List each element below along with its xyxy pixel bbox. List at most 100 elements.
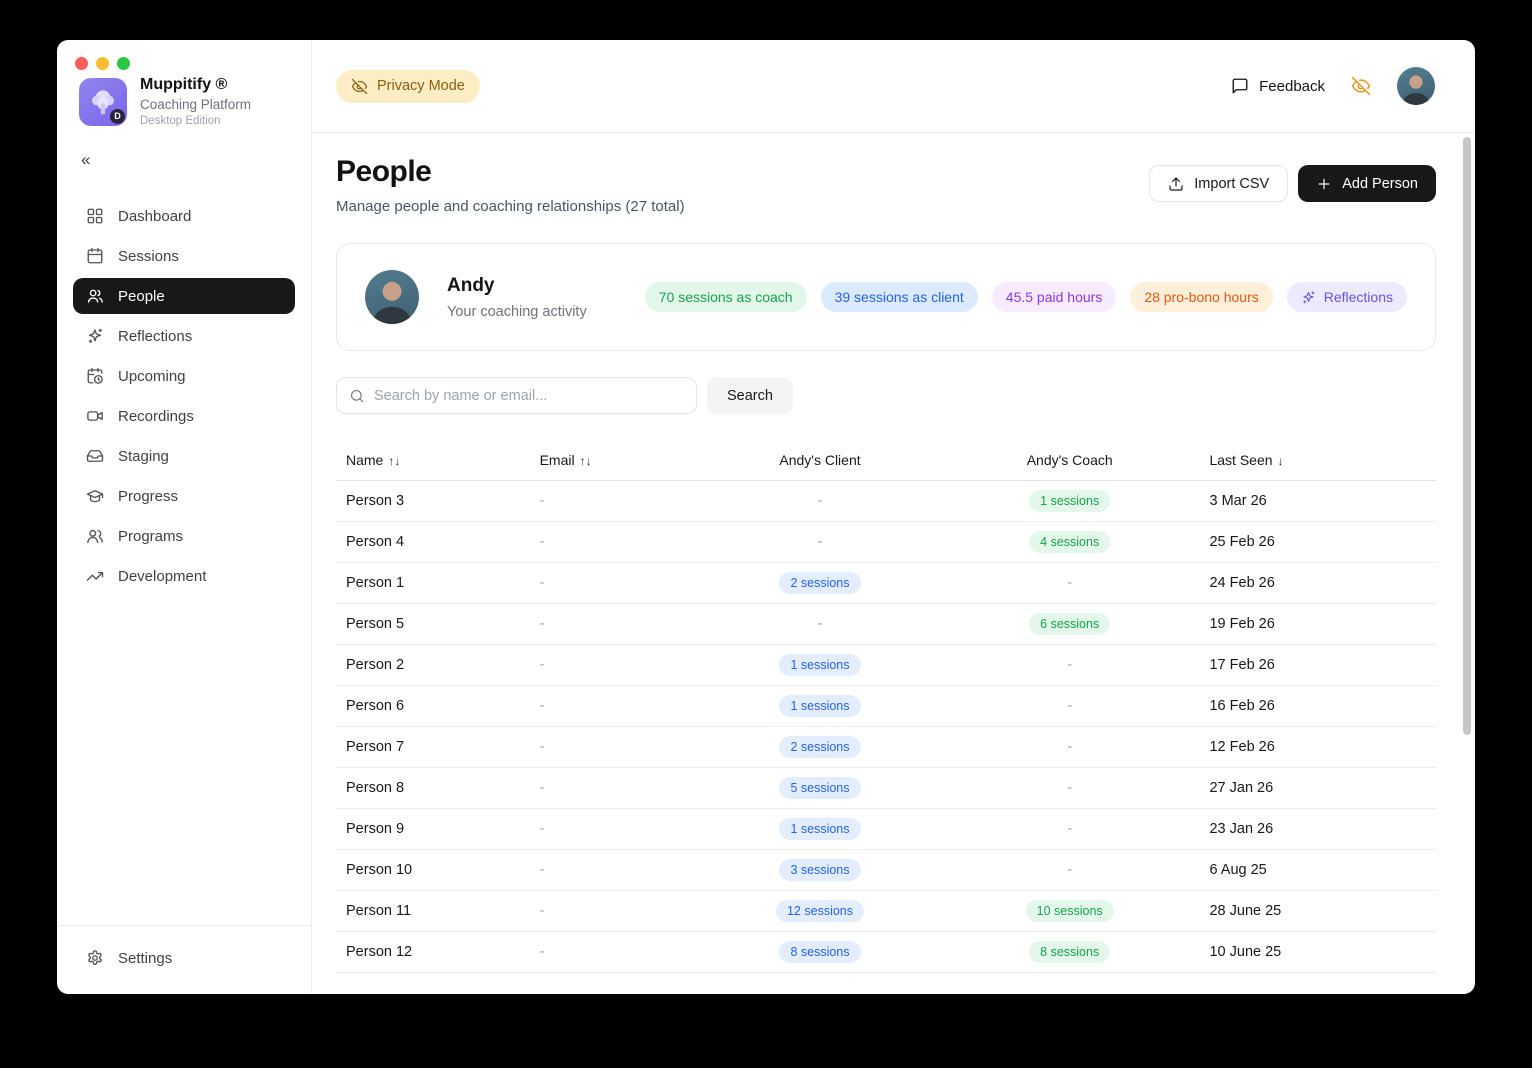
search-input[interactable]: [374, 388, 684, 404]
client-sessions-cell: 2 sessions: [700, 562, 940, 603]
client-sessions-cell: -: [700, 603, 940, 644]
client-sessions-cell: -: [700, 480, 940, 521]
person-email-cell: -: [530, 562, 701, 603]
sidebar-nav: Dashboard Sessions People Reflections Upcomi…: [57, 198, 311, 594]
privacy-mode-label: Privacy Mode: [377, 78, 465, 94]
calendar-icon: [86, 247, 104, 265]
sidebar-collapse-button[interactable]: «: [81, 151, 101, 168]
person-email-cell: -: [530, 644, 701, 685]
last-seen-cell: 16 Feb 26: [1199, 685, 1436, 726]
person-email-cell: -: [530, 685, 701, 726]
sidebar-item-progress[interactable]: Progress: [73, 478, 295, 514]
table-row[interactable]: Person 11-12 sessions10 sessions28 June …: [336, 890, 1436, 931]
person-email-cell: -: [530, 767, 701, 808]
table-row[interactable]: Person 8-5 sessions-27 Jan 26: [336, 767, 1436, 808]
sidebar-item-staging[interactable]: Staging: [73, 438, 295, 474]
minimize-window-button[interactable]: [96, 57, 109, 70]
sidebar: D Muppitify ® Coaching Platform Desktop …: [57, 40, 312, 994]
sidebar-item-label: Sessions: [118, 248, 179, 265]
activity-badge-label: 39 sessions as client: [835, 289, 964, 305]
client-sessions-badge: 1 sessions: [779, 695, 860, 717]
table-row[interactable]: Person 7-2 sessions-12 Feb 26: [336, 726, 1436, 767]
sidebar-item-programs[interactable]: Programs: [73, 518, 295, 554]
privacy-eye-toggle[interactable]: [1351, 76, 1371, 96]
column-header-email[interactable]: Email↑↓: [530, 440, 701, 480]
column-header-andy-s-coach[interactable]: Andy's Coach: [940, 440, 1200, 480]
person-email-cell: -: [530, 849, 701, 890]
empty-value: -: [540, 780, 545, 796]
profile-name: Andy: [447, 275, 587, 297]
table-row[interactable]: Person 5--6 sessions19 Feb 26: [336, 603, 1436, 644]
last-seen-cell: 24 Feb 26: [1199, 562, 1436, 603]
table-row[interactable]: Person 4--4 sessions25 Feb 26: [336, 521, 1436, 562]
table-row[interactable]: Person 1-2 sessions-24 Feb 26: [336, 562, 1436, 603]
sidebar-item-label: Staging: [118, 448, 169, 465]
column-header-name[interactable]: Name↑↓: [336, 440, 530, 480]
last-seen-cell: 27 Jan 26: [1199, 767, 1436, 808]
person-email-cell: -: [530, 890, 701, 931]
activity-badge-label: 45.5 paid hours: [1006, 289, 1103, 305]
last-seen-cell: 19 Feb 26: [1199, 603, 1436, 644]
client-sessions-badge: 2 sessions: [779, 736, 860, 758]
add-person-button[interactable]: Add Person: [1298, 165, 1436, 202]
coach-sessions-cell: -: [940, 849, 1200, 890]
empty-value: -: [1067, 698, 1072, 714]
page-content: People Manage people and coaching relati…: [312, 133, 1460, 973]
video-camera-icon: [86, 407, 104, 425]
client-sessions-badge: 5 sessions: [779, 777, 860, 799]
sidebar-item-dashboard[interactable]: Dashboard: [73, 198, 295, 234]
last-seen-cell: 12 Feb 26: [1199, 726, 1436, 767]
coaching-activity-card: Andy Your coaching activity 70 sessions …: [336, 243, 1436, 351]
sidebar-item-reflections[interactable]: Reflections: [73, 318, 295, 354]
table-row[interactable]: Person 10-3 sessions-6 Aug 25: [336, 849, 1436, 890]
sidebar-item-upcoming[interactable]: Upcoming: [73, 358, 295, 394]
coach-sessions-cell: -: [940, 808, 1200, 849]
search-button[interactable]: Search: [707, 377, 793, 414]
coach-sessions-badge: 1 sessions: [1029, 490, 1110, 512]
add-person-label: Add Person: [1342, 176, 1418, 192]
profile-subtitle: Your coaching activity: [447, 304, 587, 320]
coach-sessions-cell: 4 sessions: [940, 521, 1200, 562]
import-csv-button[interactable]: Import CSV: [1149, 165, 1288, 202]
empty-value: -: [540, 657, 545, 673]
sidebar-item-settings[interactable]: Settings: [73, 940, 295, 976]
person-name-cell: Person 10: [336, 849, 530, 890]
person-name-cell: Person 2: [336, 644, 530, 685]
privacy-mode-badge[interactable]: Privacy Mode: [336, 70, 480, 103]
close-window-button[interactable]: [75, 57, 88, 70]
person-email-cell: -: [530, 603, 701, 644]
sidebar-item-recordings[interactable]: Recordings: [73, 398, 295, 434]
search-box: [336, 377, 697, 414]
empty-value: -: [540, 944, 545, 960]
user-avatar[interactable]: [1397, 67, 1435, 105]
sidebar-item-sessions[interactable]: Sessions: [73, 238, 295, 274]
table-row[interactable]: Person 12-8 sessions8 sessions10 June 25: [336, 931, 1436, 972]
table-row[interactable]: Person 6-1 sessions-16 Feb 26: [336, 685, 1436, 726]
client-sessions-cell: 8 sessions: [700, 931, 940, 972]
sidebar-item-label: Upcoming: [118, 368, 186, 385]
table-row[interactable]: Person 3--1 sessions3 Mar 26: [336, 480, 1436, 521]
person-name-cell: Person 9: [336, 808, 530, 849]
sidebar-item-development[interactable]: Development: [73, 558, 295, 594]
app-name: Muppitify ®: [140, 76, 251, 94]
person-email-cell: -: [530, 480, 701, 521]
dashboard-icon: [86, 207, 104, 225]
inbox-icon: [86, 447, 104, 465]
empty-value: -: [540, 534, 545, 550]
person-name-cell: Person 6: [336, 685, 530, 726]
vertical-scrollbar[interactable]: [1463, 137, 1471, 735]
column-header-andy-s-client[interactable]: Andy's Client: [700, 440, 940, 480]
column-header-last-seen[interactable]: Last Seen↓: [1199, 440, 1436, 480]
sidebar-item-label: Programs: [118, 528, 183, 545]
coach-sessions-cell: 10 sessions: [940, 890, 1200, 931]
feedback-button[interactable]: Feedback: [1231, 77, 1325, 95]
coach-sessions-cell: -: [940, 767, 1200, 808]
calendar-clock-icon: [86, 367, 104, 385]
sidebar-item-people[interactable]: People: [73, 278, 295, 314]
app-titles: Muppitify ® Coaching Platform Desktop Ed…: [140, 76, 251, 127]
table-row[interactable]: Person 2-1 sessions-17 Feb 26: [336, 644, 1436, 685]
client-sessions-cell: 12 sessions: [700, 890, 940, 931]
zoom-window-button[interactable]: [117, 57, 130, 70]
activity-badge[interactable]: Reflections: [1287, 282, 1407, 312]
table-row[interactable]: Person 9-1 sessions-23 Jan 26: [336, 808, 1436, 849]
